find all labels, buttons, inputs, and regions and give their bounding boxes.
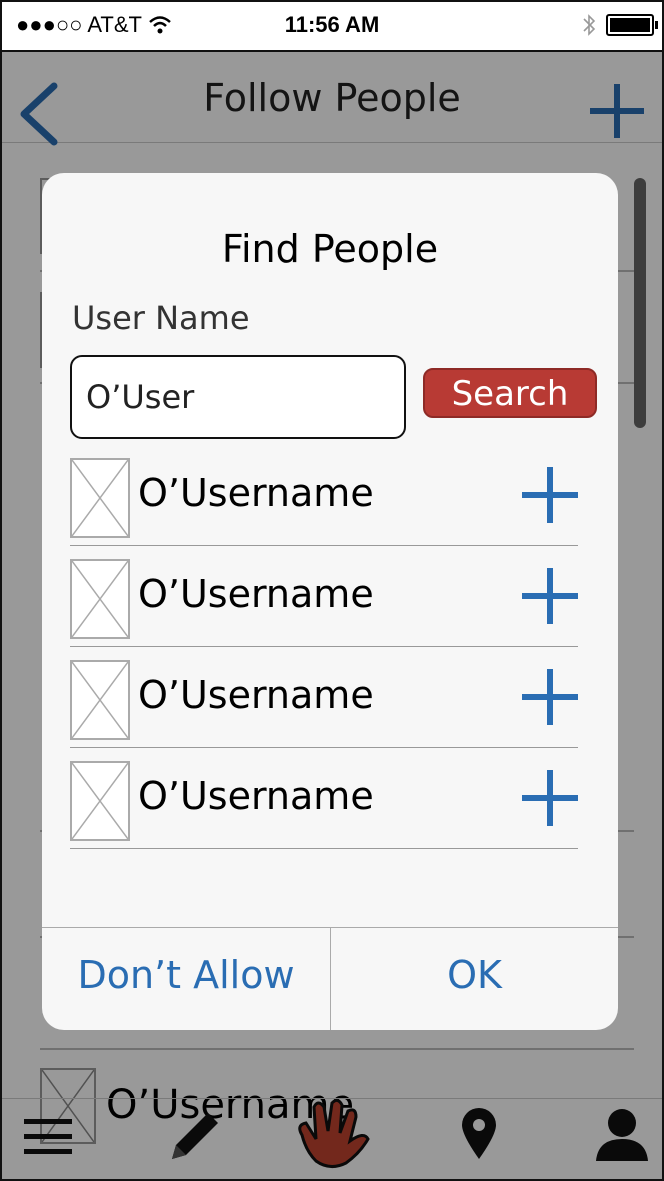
status-bar: ●●●○○ AT&T 11:56 AM (2, 2, 662, 52)
search-button[interactable]: Search (423, 368, 597, 418)
phone-frame: ●●●○○ AT&T 11:56 AM Follow People O’User… (0, 0, 664, 1181)
row-divider (70, 747, 578, 748)
dialog-title: Find People (221, 227, 439, 271)
result-row: O’Username (70, 659, 578, 759)
result-row: O’Username (70, 558, 578, 658)
add-user-icon[interactable] (522, 568, 578, 624)
avatar-placeholder (70, 458, 130, 538)
result-username: O’Username (138, 471, 374, 515)
dialog-button-bar: Don’t Allow OK (42, 927, 618, 1030)
user-name-label: User Name (72, 299, 250, 337)
row-divider (70, 646, 578, 647)
add-user-icon[interactable] (522, 669, 578, 725)
avatar-placeholder (70, 761, 130, 841)
image-placeholder-icon (71, 560, 129, 638)
result-username: O’Username (138, 774, 374, 818)
row-divider (70, 848, 578, 849)
result-username: O’Username (138, 572, 374, 616)
ok-button[interactable]: OK (331, 928, 618, 1030)
image-placeholder-icon (71, 661, 129, 739)
add-user-icon[interactable] (522, 467, 578, 523)
result-row: O’Username (70, 760, 578, 860)
find-people-dialog: Find People User Name Search O’Username (42, 173, 618, 1030)
result-row: O’Username (70, 457, 578, 557)
image-placeholder-icon (71, 762, 129, 840)
battery-icon (606, 14, 658, 36)
image-placeholder-icon (71, 459, 129, 537)
dont-allow-button[interactable]: Don’t Allow (42, 928, 331, 1030)
status-right (582, 13, 658, 37)
result-username: O’Username (138, 673, 374, 717)
avatar-placeholder (70, 660, 130, 740)
bluetooth-icon (583, 14, 596, 36)
username-search-input[interactable] (70, 355, 406, 439)
add-user-icon[interactable] (522, 770, 578, 826)
status-time: 11:56 AM (284, 12, 380, 37)
row-divider (70, 545, 578, 546)
avatar-placeholder (70, 559, 130, 639)
